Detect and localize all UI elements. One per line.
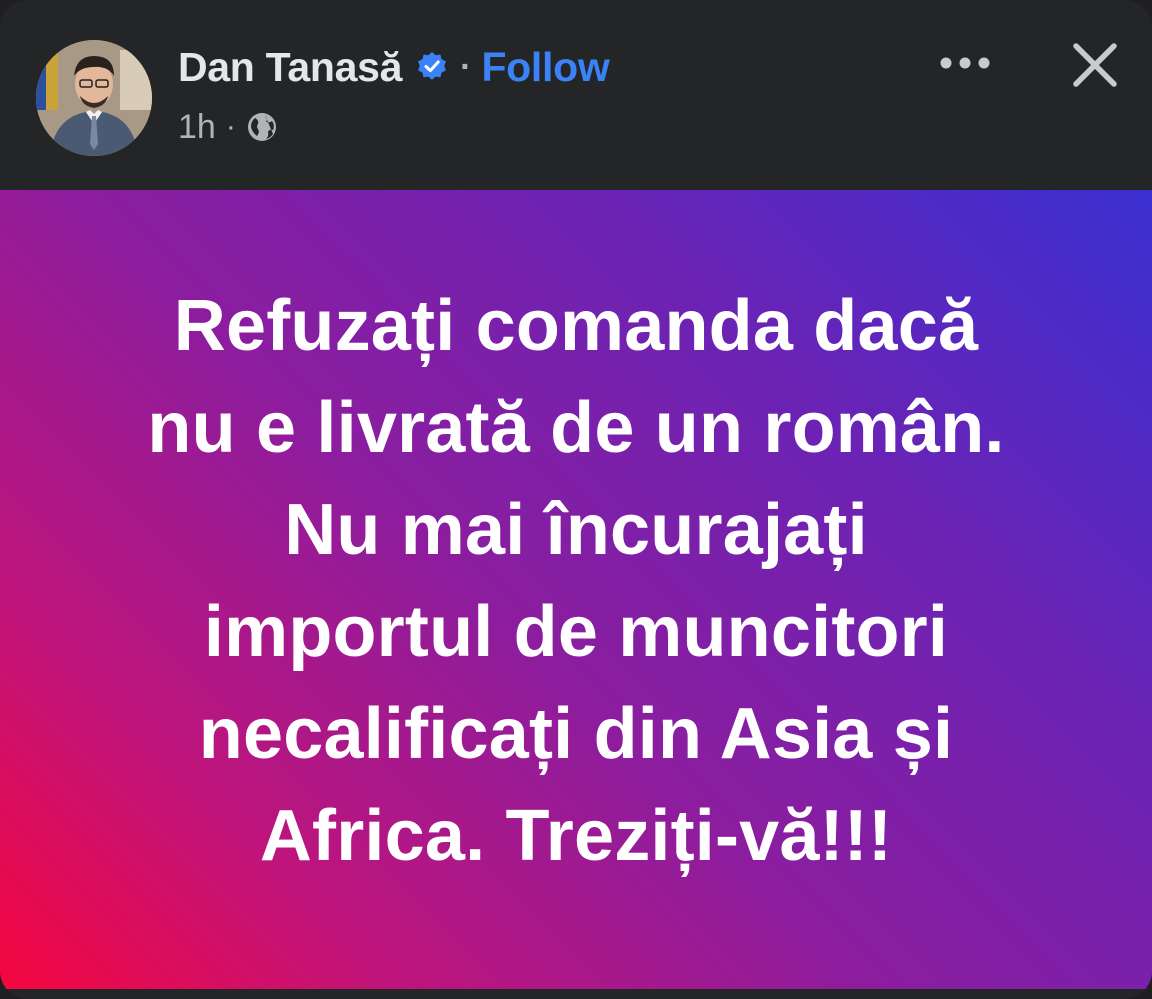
follow-button[interactable]: Follow — [481, 44, 609, 91]
post-viewer: Dan Tanasă · Follow 1h · Refuzați comand… — [0, 0, 1152, 999]
post-message: Refuzați comanda dacă nu e livrată de un… — [46, 275, 1106, 887]
post-line: Africa. Treziți-vă!!! — [259, 795, 893, 876]
globe-icon[interactable] — [246, 111, 278, 143]
post-line: nu e livrată de un român. — [147, 387, 1005, 468]
author-avatar[interactable] — [36, 40, 152, 156]
name-separator: · — [460, 47, 472, 86]
post-line: importul de muncitori — [203, 591, 949, 672]
post-meta: 1h · — [178, 104, 278, 150]
bottom-divider — [0, 989, 1152, 999]
post-line: Nu mai încurajați — [284, 489, 868, 570]
author-name[interactable]: Dan Tanasă — [178, 44, 402, 91]
post-line: Refuzați comanda dacă — [173, 285, 979, 366]
verified-badge-icon — [416, 51, 448, 83]
avatar-photo — [36, 40, 152, 156]
close-icon[interactable] — [1062, 32, 1128, 98]
post-timestamp[interactable]: 1h — [178, 108, 216, 147]
author-row: Dan Tanasă · Follow — [178, 42, 610, 92]
more-options-icon[interactable] — [930, 40, 1000, 86]
post-header: Dan Tanasă · Follow 1h · — [0, 0, 1152, 190]
post-line: necalificați din Asia și — [198, 693, 954, 774]
post-content: Refuzați comanda dacă nu e livrată de un… — [0, 190, 1152, 989]
meta-separator: · — [225, 110, 236, 143]
